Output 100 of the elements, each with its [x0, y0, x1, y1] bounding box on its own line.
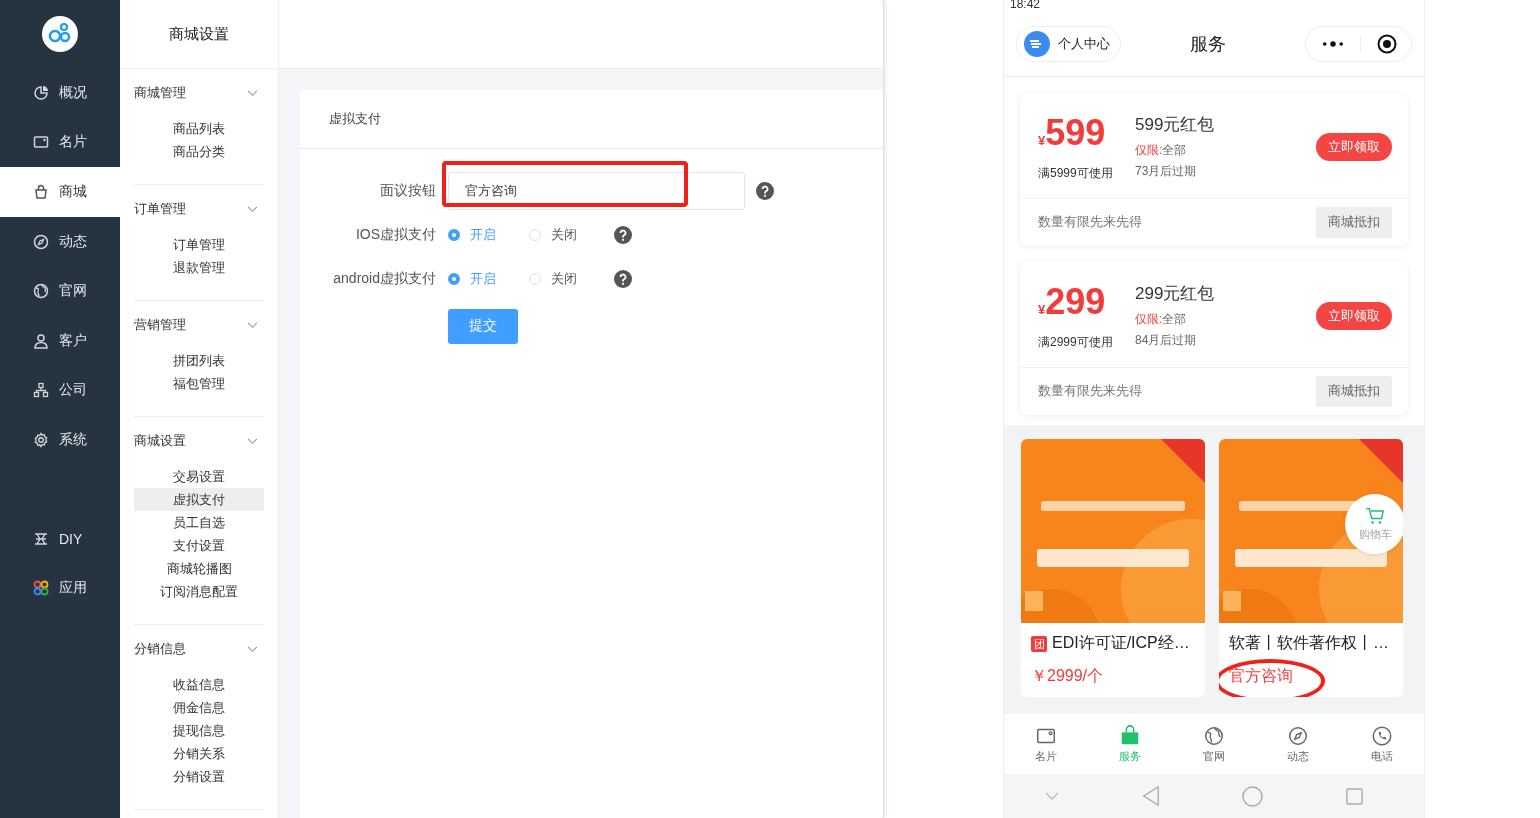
nav-item[interactable]: 概况	[0, 68, 120, 118]
compass-icon	[33, 233, 49, 250]
nav-item[interactable]: 官网	[0, 266, 120, 316]
menu-group-header[interactable]: 订单管理	[134, 198, 264, 220]
submenu-title: 商城设置	[169, 24, 229, 44]
submenu-item[interactable]: 虚拟支付	[134, 488, 264, 511]
product-title: EDI许可证/ICP经…	[1052, 633, 1190, 653]
submenu-item[interactable]: 提现信息	[134, 719, 264, 742]
group-buy-badge: 团	[1031, 635, 1047, 652]
nav-item[interactable]: 名片	[0, 117, 120, 168]
radio-option[interactable]: 关闭	[529, 226, 610, 244]
limit-label: 仅限:	[1135, 312, 1163, 326]
submenu-item[interactable]: 佣金信息	[134, 696, 264, 719]
chevron-down-icon	[247, 437, 258, 445]
nav-item[interactable]: DIY	[0, 513, 120, 564]
coupon-name: 599元红包	[1135, 114, 1216, 136]
submenu-item[interactable]: 订阅消息配置	[134, 580, 264, 603]
pie-chart-icon	[33, 84, 49, 101]
globe-icon	[33, 283, 49, 300]
coupon-amount: ¥299	[1038, 280, 1107, 324]
person-icon	[33, 332, 49, 349]
nav-item[interactable]: 商城	[0, 167, 120, 217]
coupon-note: 数量有限先来先得	[1038, 383, 1142, 400]
close-icon[interactable]	[1377, 34, 1397, 54]
chevron-down-icon[interactable]	[1045, 792, 1060, 800]
logo-icon	[42, 16, 78, 52]
submenu-item[interactable]: 支付设置	[134, 534, 264, 557]
coupon-tag: 商城抵扣	[1316, 207, 1392, 238]
nav-item[interactable]: 公司	[0, 365, 120, 416]
section-title: 虚拟支付	[329, 110, 381, 128]
bag-icon	[1119, 724, 1141, 747]
compass-icon	[1287, 724, 1309, 747]
menu-group-header[interactable]: 商城设置	[134, 430, 264, 452]
coupon-amount: ¥599	[1038, 111, 1107, 155]
tab-bar-item[interactable]: 电话	[1352, 724, 1412, 764]
product-price: ￥2999/个	[1031, 667, 1104, 684]
submenu-item[interactable]: 拼团列表	[134, 349, 264, 372]
recent-apps-icon[interactable]	[1345, 787, 1363, 805]
more-icon[interactable]	[1322, 40, 1344, 48]
coupon-tag: 商城抵扣	[1316, 376, 1392, 407]
limit-label: 仅限:	[1135, 143, 1163, 157]
submenu-item[interactable]: 订单管理	[134, 233, 264, 256]
claim-button[interactable]: 立即领取	[1316, 132, 1392, 161]
submenu-item[interactable]: 福包管理	[134, 372, 264, 395]
tab-bar-item[interactable]: 名片	[1016, 724, 1076, 764]
status-time: 18:42	[1010, 0, 1041, 11]
submenu-item[interactable]: 分销设置	[134, 765, 264, 788]
coupon-expiry: 84月后过期	[1135, 332, 1198, 349]
menu-group-header[interactable]: 分销信息	[134, 638, 264, 660]
phone-icon	[1371, 724, 1393, 747]
product-card[interactable]: 购物车 软著丨软件著作权丨… 官方咨询	[1219, 439, 1403, 697]
app-grid-icon	[33, 580, 49, 597]
chevron-down-icon	[247, 645, 258, 653]
profile-button[interactable]: 个人中心	[1016, 26, 1121, 62]
help-icon	[756, 182, 774, 200]
nav-item[interactable]: 应用	[0, 563, 120, 613]
product-title: 软著丨软件著作权丨…	[1229, 633, 1389, 653]
menu-group-header[interactable]: 商城管理	[134, 82, 264, 104]
submenu-item[interactable]: 交易设置	[134, 465, 264, 488]
field-label: android虚拟支付	[332, 270, 437, 288]
product-card[interactable]: 团 EDI许可证/ICP经… ￥2999/个	[1021, 439, 1205, 697]
coupon-condition: 满5999可使用	[1038, 165, 1114, 182]
limit-value: 全部	[1162, 143, 1187, 157]
menu-group-header[interactable]: 营销管理	[134, 314, 264, 336]
field-label: 面议按钮	[379, 182, 437, 200]
claim-button[interactable]: 立即领取	[1316, 301, 1392, 330]
settings-icon	[33, 431, 49, 448]
chevron-down-icon	[247, 205, 258, 213]
submenu-item[interactable]: 分销关系	[134, 742, 264, 765]
chevron-down-icon	[247, 89, 258, 97]
coupon-expiry: 73月后过期	[1135, 163, 1198, 180]
help-icon	[614, 270, 632, 288]
tab-bar-item[interactable]: 官网	[1184, 724, 1244, 764]
home-icon[interactable]	[1242, 785, 1264, 807]
submenu-item[interactable]: 员工自选	[134, 511, 264, 534]
submenu-item[interactable]: 商品列表	[134, 117, 264, 140]
coupon-note: 数量有限先来先得	[1038, 214, 1142, 231]
card-icon	[33, 134, 49, 151]
coupon-condition: 满2999可使用	[1038, 334, 1114, 351]
product-price: 官方咨询	[1229, 667, 1293, 684]
nav-item[interactable]: 客户	[0, 315, 120, 366]
avatar-icon	[1024, 31, 1050, 57]
coupon-name: 299元红包	[1135, 283, 1216, 305]
radio-option[interactable]: 关闭	[529, 270, 610, 288]
field-label: IOS虚拟支付	[354, 226, 437, 244]
nav-item[interactable]: 动态	[0, 216, 120, 267]
org-chart-icon	[33, 382, 49, 399]
back-icon[interactable]	[1141, 786, 1160, 806]
page-title: 服务	[1190, 33, 1226, 56]
submenu-item[interactable]: 商品分类	[134, 140, 264, 163]
lines-icon	[33, 530, 49, 547]
chevron-down-icon	[247, 321, 258, 329]
tab-bar-item[interactable]: 动态	[1268, 724, 1328, 764]
submenu-item[interactable]: 退款管理	[134, 256, 264, 279]
submenu-item[interactable]: 商城轮播图	[134, 557, 264, 580]
input-field[interactable]: 官方咨询	[448, 172, 745, 210]
nav-item[interactable]: 系统	[0, 415, 120, 465]
limit-value: 全部	[1162, 312, 1187, 326]
submenu-item[interactable]: 收益信息	[134, 673, 264, 696]
cart-icon	[1365, 506, 1385, 525]
